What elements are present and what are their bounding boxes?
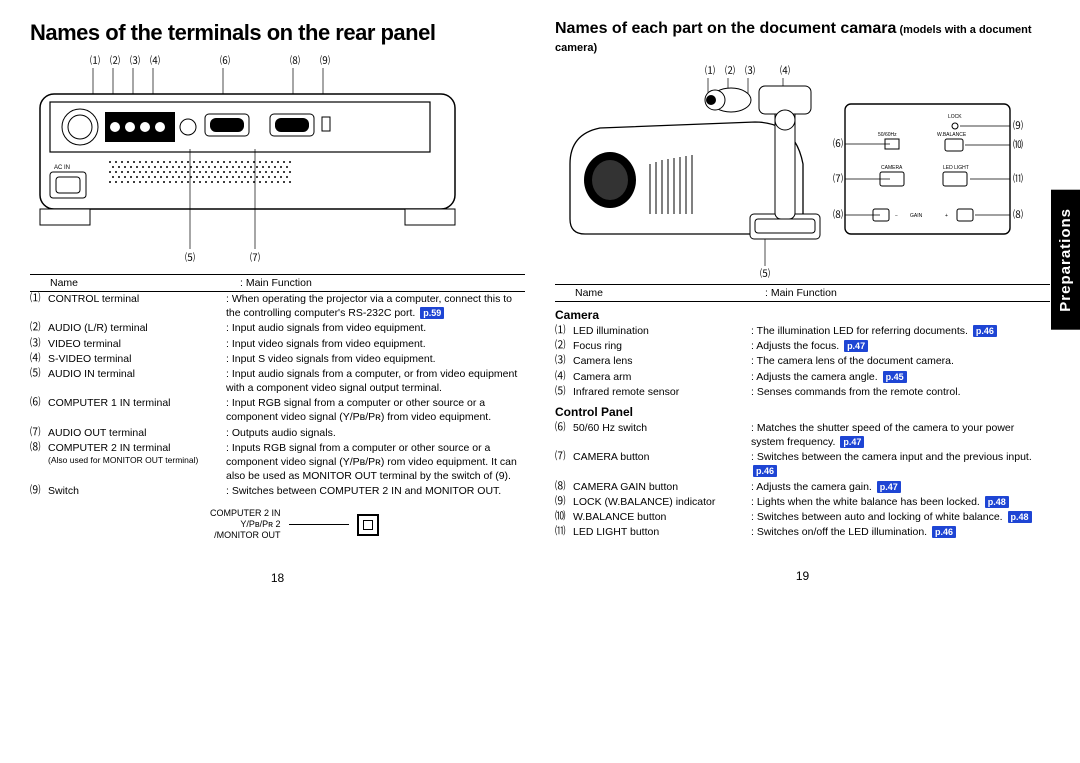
table-row: ⑷S-VIDEO terminalInput S video signals f… xyxy=(30,352,525,366)
table-row: ⑴LED illuminationThe illumination LED fo… xyxy=(555,324,1050,338)
table-row: ⑻CAMERA GAIN buttonAdjusts the camera ga… xyxy=(555,480,1050,494)
page-ref-badge: p.47 xyxy=(840,436,864,448)
svg-text:⑵: ⑵ xyxy=(110,54,120,67)
table-row: ⑹COMPUTER 1 IN terminalInput RGB signal … xyxy=(30,396,525,424)
svg-text:CAMERA: CAMERA xyxy=(881,165,903,171)
svg-text:⑷: ⑷ xyxy=(150,54,160,67)
table-row: ⑴CONTROL terminalWhen operating the proj… xyxy=(30,292,525,320)
svg-text:⑸: ⑸ xyxy=(760,268,770,279)
svg-text:⑻: ⑻ xyxy=(290,54,300,67)
table-row: ⑸Infrared remote sensorSenses commands f… xyxy=(555,385,1050,399)
svg-text:⑻: ⑻ xyxy=(1013,208,1023,221)
page-ref-badge: p.48 xyxy=(1008,511,1032,523)
table-row: ⑺AUDIO OUT terminalOutputs audio signals… xyxy=(30,426,525,440)
svg-text:⑾: ⑾ xyxy=(1013,172,1023,185)
svg-text:W.BALANCE: W.BALANCE xyxy=(937,132,967,138)
table-row: ⑻COMPUTER 2 IN terminal(Also used for MO… xyxy=(30,441,525,484)
camera-rows: ⑴LED illuminationThe illumination LED fo… xyxy=(555,324,1050,399)
table-row: ⑵AUDIO (L/R) terminalInput audio signals… xyxy=(30,321,525,335)
left-page-number: 18 xyxy=(30,571,525,585)
table-row: ⑷Camera armAdjusts the camera angle. p.4… xyxy=(555,370,1050,384)
switch-diagram: COMPUTER 2 IN Y/Pʙ/Pʀ 2 /MONITOR OUT xyxy=(210,508,525,540)
svg-text:⑻: ⑻ xyxy=(833,208,843,221)
hdr-name: Name xyxy=(30,277,240,289)
svg-text:⑶: ⑶ xyxy=(130,54,140,67)
table-row: ⑶Camera lensThe camera lens of the docum… xyxy=(555,354,1050,368)
page-ref-badge: p.46 xyxy=(932,526,956,538)
svg-text:LED LIGHT: LED LIGHT xyxy=(943,165,969,171)
section-tab: Preparations xyxy=(1051,190,1080,330)
svg-text:⑹: ⑹ xyxy=(833,137,843,150)
right-table-header: Name : Main Function xyxy=(555,284,1050,302)
table-row: ⑼LOCK (W.BALANCE) indicatorLights when t… xyxy=(555,495,1050,509)
svg-text:⑽: ⑽ xyxy=(1013,138,1023,151)
svg-text:GAIN: GAIN xyxy=(910,213,923,219)
table-row: ⑵Focus ringAdjusts the focus. p.47 xyxy=(555,339,1050,353)
page-ref-badge: p.47 xyxy=(877,481,901,493)
hdr-func: : Main Function xyxy=(240,277,525,289)
hdr-name: Name xyxy=(555,287,765,299)
svg-text:50/60Hz: 50/60Hz xyxy=(878,132,897,138)
right-page: Names of each part on the document camar… xyxy=(555,20,1050,585)
control-panel-section-heading: Control Panel xyxy=(555,405,1050,419)
svg-text:⑵: ⑵ xyxy=(725,64,735,77)
table-row: ⑾LED LIGHT buttonSwitches on/off the LED… xyxy=(555,525,1050,539)
page-ref-badge: p.59 xyxy=(420,307,444,319)
right-page-number: 19 xyxy=(555,569,1050,583)
hdr-func: : Main Function xyxy=(765,287,1050,299)
svg-text:⑺: ⑺ xyxy=(833,173,843,185)
camera-figure: ⑴⑵⑶ ⑷ xyxy=(555,64,1050,274)
page-ref-badge: p.47 xyxy=(844,340,868,352)
svg-text:⑴: ⑴ xyxy=(705,64,715,77)
camera-section-heading: Camera xyxy=(555,308,1050,322)
table-row: ⑽W.BALANCE buttonSwitches between auto a… xyxy=(555,510,1050,524)
svg-text:⑶: ⑶ xyxy=(745,64,755,77)
table-row: ⑹50/60 Hz switchMatches the shutter spee… xyxy=(555,421,1050,449)
svg-text:⑹: ⑹ xyxy=(220,54,230,67)
svg-text:⑴: ⑴ xyxy=(90,54,100,67)
svg-text:LOCK: LOCK xyxy=(948,114,962,120)
svg-text:−: − xyxy=(895,213,898,219)
table-row: ⑶VIDEO terminalInput video signals from … xyxy=(30,337,525,351)
table-row: ⑺CAMERA buttonSwitches between the camer… xyxy=(555,450,1050,478)
svg-text:⑼: ⑼ xyxy=(1013,119,1023,132)
rear-panel-figure: ⑴⑵⑶⑷ ⑹ ⑻ ⑼ xyxy=(30,54,525,264)
left-page: Names of the terminals on the rear panel… xyxy=(30,20,525,585)
left-table-header: Name : Main Function xyxy=(30,274,525,292)
table-row: ⑼SwitchSwitches between COMPUTER 2 IN an… xyxy=(30,484,525,498)
table-row: ⑸AUDIO IN terminalInput audio signals fr… xyxy=(30,367,525,395)
svg-text:AC IN: AC IN xyxy=(54,165,70,171)
svg-text:+: + xyxy=(945,213,948,219)
control-panel-rows: ⑹50/60 Hz switchMatches the shutter spee… xyxy=(555,421,1050,539)
svg-text:⑼: ⑼ xyxy=(320,54,330,67)
page-ref-badge: p.46 xyxy=(973,325,997,337)
svg-text:⑷: ⑷ xyxy=(780,64,790,77)
page-ref-badge: p.45 xyxy=(883,371,907,383)
left-title: Names of the terminals on the rear panel xyxy=(30,20,525,46)
page-ref-badge: p.46 xyxy=(753,465,777,477)
left-rows: ⑴CONTROL terminalWhen operating the proj… xyxy=(30,292,525,498)
svg-text:⑺: ⑺ xyxy=(250,252,260,264)
right-title: Names of each part on the document camar… xyxy=(555,20,1050,56)
spread: Names of the terminals on the rear panel… xyxy=(0,0,1080,605)
svg-text:⑸: ⑸ xyxy=(185,252,195,264)
page-ref-badge: p.48 xyxy=(985,496,1009,508)
